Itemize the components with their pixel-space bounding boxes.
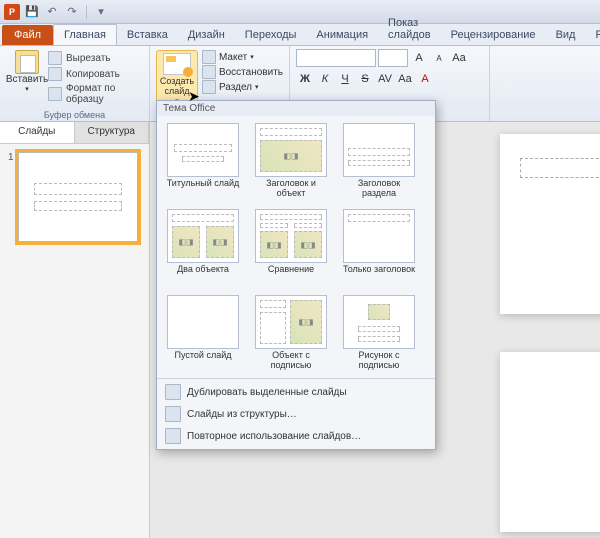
layout-label: Заголовок раздела [340, 179, 418, 199]
layout-icon [202, 50, 216, 64]
canvas-slide[interactable] [500, 134, 600, 314]
cut-label: Вырезать [66, 53, 110, 64]
ribbon-tabs: Файл Главная Вставка Дизайн Переходы Ани… [0, 24, 600, 46]
tab-transitions[interactable]: Переходы [235, 25, 307, 45]
layout-label: Только заголовок [343, 265, 415, 285]
layout-title-content[interactable]: Заголовок и объект [249, 120, 333, 202]
font-color-button[interactable]: A [416, 70, 434, 88]
layout-button[interactable]: Макет ▾ [202, 50, 283, 64]
layout-content-caption[interactable]: Объект с подписью [249, 292, 333, 374]
format-painter-label: Формат по образцу [66, 83, 143, 105]
shrink-font-button[interactable]: A [430, 49, 448, 67]
copy-icon [48, 67, 62, 81]
layout-label: Рисунок с подписью [340, 351, 418, 371]
menu-label: Дублировать выделенные слайды [187, 387, 347, 398]
layout-label: Два объекта [177, 265, 229, 285]
layout-comparison[interactable]: Сравнение [249, 206, 333, 288]
menu-duplicate-slides[interactable]: Дублировать выделенные слайды [157, 381, 435, 403]
reset-button[interactable]: Восстановить [202, 65, 283, 79]
gallery-menu: Дублировать выделенные слайды Слайды из … [157, 378, 435, 449]
slide-thumb-preview [18, 152, 138, 242]
tab-home[interactable]: Главная [53, 24, 117, 45]
menu-label: Повторное использование слайдов… [187, 431, 361, 442]
font-size-input[interactable] [378, 49, 408, 67]
qat-customize-icon[interactable]: ▾ [93, 4, 109, 20]
slide-number: 1 [8, 152, 14, 242]
app-icon: P [4, 4, 20, 20]
layout-label: Объект с подписью [252, 351, 330, 371]
new-slide-label: Создать слайд [159, 77, 195, 97]
layout-label: Пустой слайд [175, 351, 232, 371]
tab-outline-pane[interactable]: Структура [75, 122, 150, 143]
char-spacing-button[interactable]: Aa [396, 70, 414, 88]
layout-blank[interactable]: Пустой слайд [161, 292, 245, 374]
section-button[interactable]: Раздел ▾ [202, 80, 283, 94]
tab-animations[interactable]: Анимация [306, 25, 378, 45]
menu-label: Слайды из структуры… [187, 409, 297, 420]
outline-icon [165, 406, 181, 422]
bold-button[interactable]: Ж [296, 70, 314, 88]
section-icon [202, 80, 216, 94]
tab-view[interactable]: Вид [546, 25, 586, 45]
undo-icon[interactable]: ↶ [44, 4, 60, 20]
layout-label: Титульный слайд [167, 179, 240, 199]
tab-design[interactable]: Дизайн [178, 25, 235, 45]
section-label: Раздел [219, 82, 252, 93]
layout-label: Заголовок и объект [252, 179, 330, 199]
tab-extra[interactable]: Расклад [585, 25, 600, 45]
layout-title-only[interactable]: Только заголовок [337, 206, 421, 288]
paste-icon [15, 50, 39, 74]
menu-reuse-slides[interactable]: Повторное использование слайдов… [157, 425, 435, 447]
duplicate-icon [165, 384, 181, 400]
qat-separator [86, 5, 87, 19]
new-slide-icon [163, 53, 191, 75]
tab-insert[interactable]: Вставка [117, 25, 178, 45]
save-icon[interactable]: 💾 [24, 4, 40, 20]
canvas-slide-2[interactable] [500, 352, 600, 532]
layout-label: Сравнение [268, 265, 314, 285]
title-bar: P 💾 ↶ ↷ ▾ [0, 0, 600, 24]
reset-label: Восстановить [219, 67, 283, 78]
strike-button[interactable]: S [356, 70, 374, 88]
brush-icon [48, 87, 62, 101]
layout-title-slide[interactable]: Титульный слайд [161, 120, 245, 202]
ribbon-group-clipboard: Вставить ▾ Вырезать Копировать Формат по… [0, 46, 150, 121]
grow-font-button[interactable]: A [410, 49, 428, 67]
layout-section-header[interactable]: Заголовок раздела [337, 120, 421, 202]
gallery-grid: Титульный слайд Заголовок и объект Загол… [157, 116, 435, 378]
reuse-icon [165, 428, 181, 444]
clear-format-button[interactable]: Aa [450, 49, 468, 67]
slides-pane: Слайды Структура 1 [0, 122, 150, 538]
gallery-header: Тема Office [157, 101, 435, 116]
format-painter-button[interactable]: Формат по образцу [48, 82, 143, 106]
copy-button[interactable]: Копировать [48, 66, 143, 82]
cut-icon [48, 51, 62, 65]
slide-thumbnail[interactable]: 1 [8, 152, 141, 242]
reset-icon [202, 65, 216, 79]
paste-button[interactable]: Вставить ▾ [6, 48, 48, 106]
dropdown-icon: ▾ [25, 85, 29, 93]
italic-button[interactable]: К [316, 70, 334, 88]
underline-button[interactable]: Ч [336, 70, 354, 88]
layout-picture-caption[interactable]: Рисунок с подписью [337, 292, 421, 374]
font-name-input[interactable] [296, 49, 376, 67]
text-shadow-button[interactable]: AV [376, 70, 394, 88]
copy-label: Копировать [66, 69, 120, 80]
layout-two-content[interactable]: Два объекта [161, 206, 245, 288]
tab-slideshow[interactable]: Показ слайдов [378, 13, 441, 45]
tab-review[interactable]: Рецензирование [441, 25, 546, 45]
tab-slides-pane[interactable]: Слайды [0, 122, 75, 143]
menu-slides-from-outline[interactable]: Слайды из структуры… [157, 403, 435, 425]
paste-label: Вставить [6, 74, 48, 85]
layout-label: Макет [219, 52, 247, 63]
tab-file[interactable]: Файл [2, 25, 53, 45]
redo-icon[interactable]: ↷ [64, 4, 80, 20]
new-slide-gallery: Тема Office Титульный слайд Заголовок и … [156, 100, 436, 450]
cut-button[interactable]: Вырезать [48, 50, 143, 66]
clipboard-group-label: Буфер обмена [0, 110, 149, 120]
